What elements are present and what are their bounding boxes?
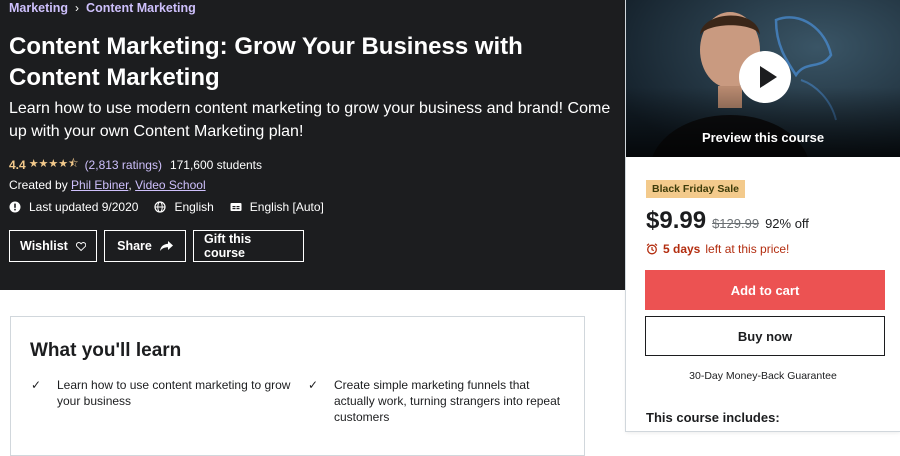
discount-percent: 92% off [765, 216, 809, 231]
add-to-cart-button[interactable]: Add to cart [645, 270, 885, 310]
course-includes-heading: This course includes: [646, 410, 780, 425]
rating-row: 4.4 ★★★★⯪ (2,813 ratings) 171,600 studen… [9, 155, 262, 174]
timer-text: left at this price! [705, 242, 790, 256]
preview-label: Preview this course [701, 130, 825, 145]
breadcrumb-link-marketing[interactable]: Marketing [9, 1, 68, 15]
check-icon: ✓ [31, 378, 42, 392]
check-icon: ✓ [308, 378, 319, 392]
breadcrumb: Marketing › Content Marketing [9, 1, 196, 15]
buy-now-button[interactable]: Buy now [645, 316, 885, 356]
timer-days: 5 days [663, 242, 701, 256]
what-you-will-learn: What you'll learn ✓ Learn how to use con… [10, 316, 585, 456]
action-buttons: Wishlist Share Gift this course [9, 230, 304, 262]
heart-icon [75, 241, 86, 251]
chevron-right-icon: › [75, 1, 80, 15]
wishlist-button[interactable]: Wishlist [9, 230, 97, 262]
sale-timer: 5 days left at this price! [646, 242, 789, 256]
purchase-sidebar: Preview this course Black Friday Sale $9… [626, 0, 900, 431]
instructor-link-video-school[interactable]: Video School [135, 178, 206, 192]
course-title: Content Marketing: Grow Your Business wi… [9, 33, 523, 91]
captions: English [Auto] [230, 200, 324, 214]
play-icon[interactable] [739, 51, 791, 103]
price-row: $9.99 $129.99 92% off [646, 207, 809, 235]
closed-captions-icon [230, 203, 242, 211]
alarm-clock-icon [646, 243, 658, 255]
breadcrumb-link-content-marketing[interactable]: Content Marketing [86, 1, 196, 15]
creators-separator: , [128, 178, 132, 192]
list-item: ✓ Create simple marketing funnels that a… [308, 378, 561, 424]
course-subtitle: Learn how to use modern content marketin… [9, 100, 611, 140]
created-by-label: Created by [9, 178, 68, 192]
instructor-link-phil-ebiner[interactable]: Phil Ebiner [71, 178, 128, 192]
share-button[interactable]: Share [104, 230, 186, 262]
list-item: ✓ Learn how to use content marketing to … [31, 378, 291, 408]
current-price: $9.99 [646, 207, 707, 234]
last-updated: Last updated 9/2020 [9, 200, 138, 214]
created-by: Created by Phil Ebiner, Video School [9, 178, 206, 192]
globe-icon [154, 201, 167, 213]
share-arrow-icon [159, 240, 173, 251]
students-count: 171,600 students [169, 157, 263, 172]
star-rating-icon: ★★★★⯪ [28, 158, 79, 170]
gift-course-button[interactable]: Gift this course [193, 230, 304, 262]
course-meta: Last updated 9/2020 English English [Aut… [9, 200, 340, 214]
original-price: $129.99 [712, 216, 760, 231]
money-back-guarantee: 30-Day Money-Back Guarantee [689, 370, 837, 382]
learn-heading: What you'll learn [30, 340, 182, 361]
course-preview-video[interactable]: Preview this course [626, 0, 900, 157]
alert-badge-icon [9, 201, 21, 213]
sale-badge: Black Friday Sale [646, 180, 745, 198]
ratings-count-link[interactable]: (2,813 ratings) [85, 158, 162, 172]
rating-score: 4.4 [9, 157, 26, 172]
language: English [154, 200, 214, 214]
